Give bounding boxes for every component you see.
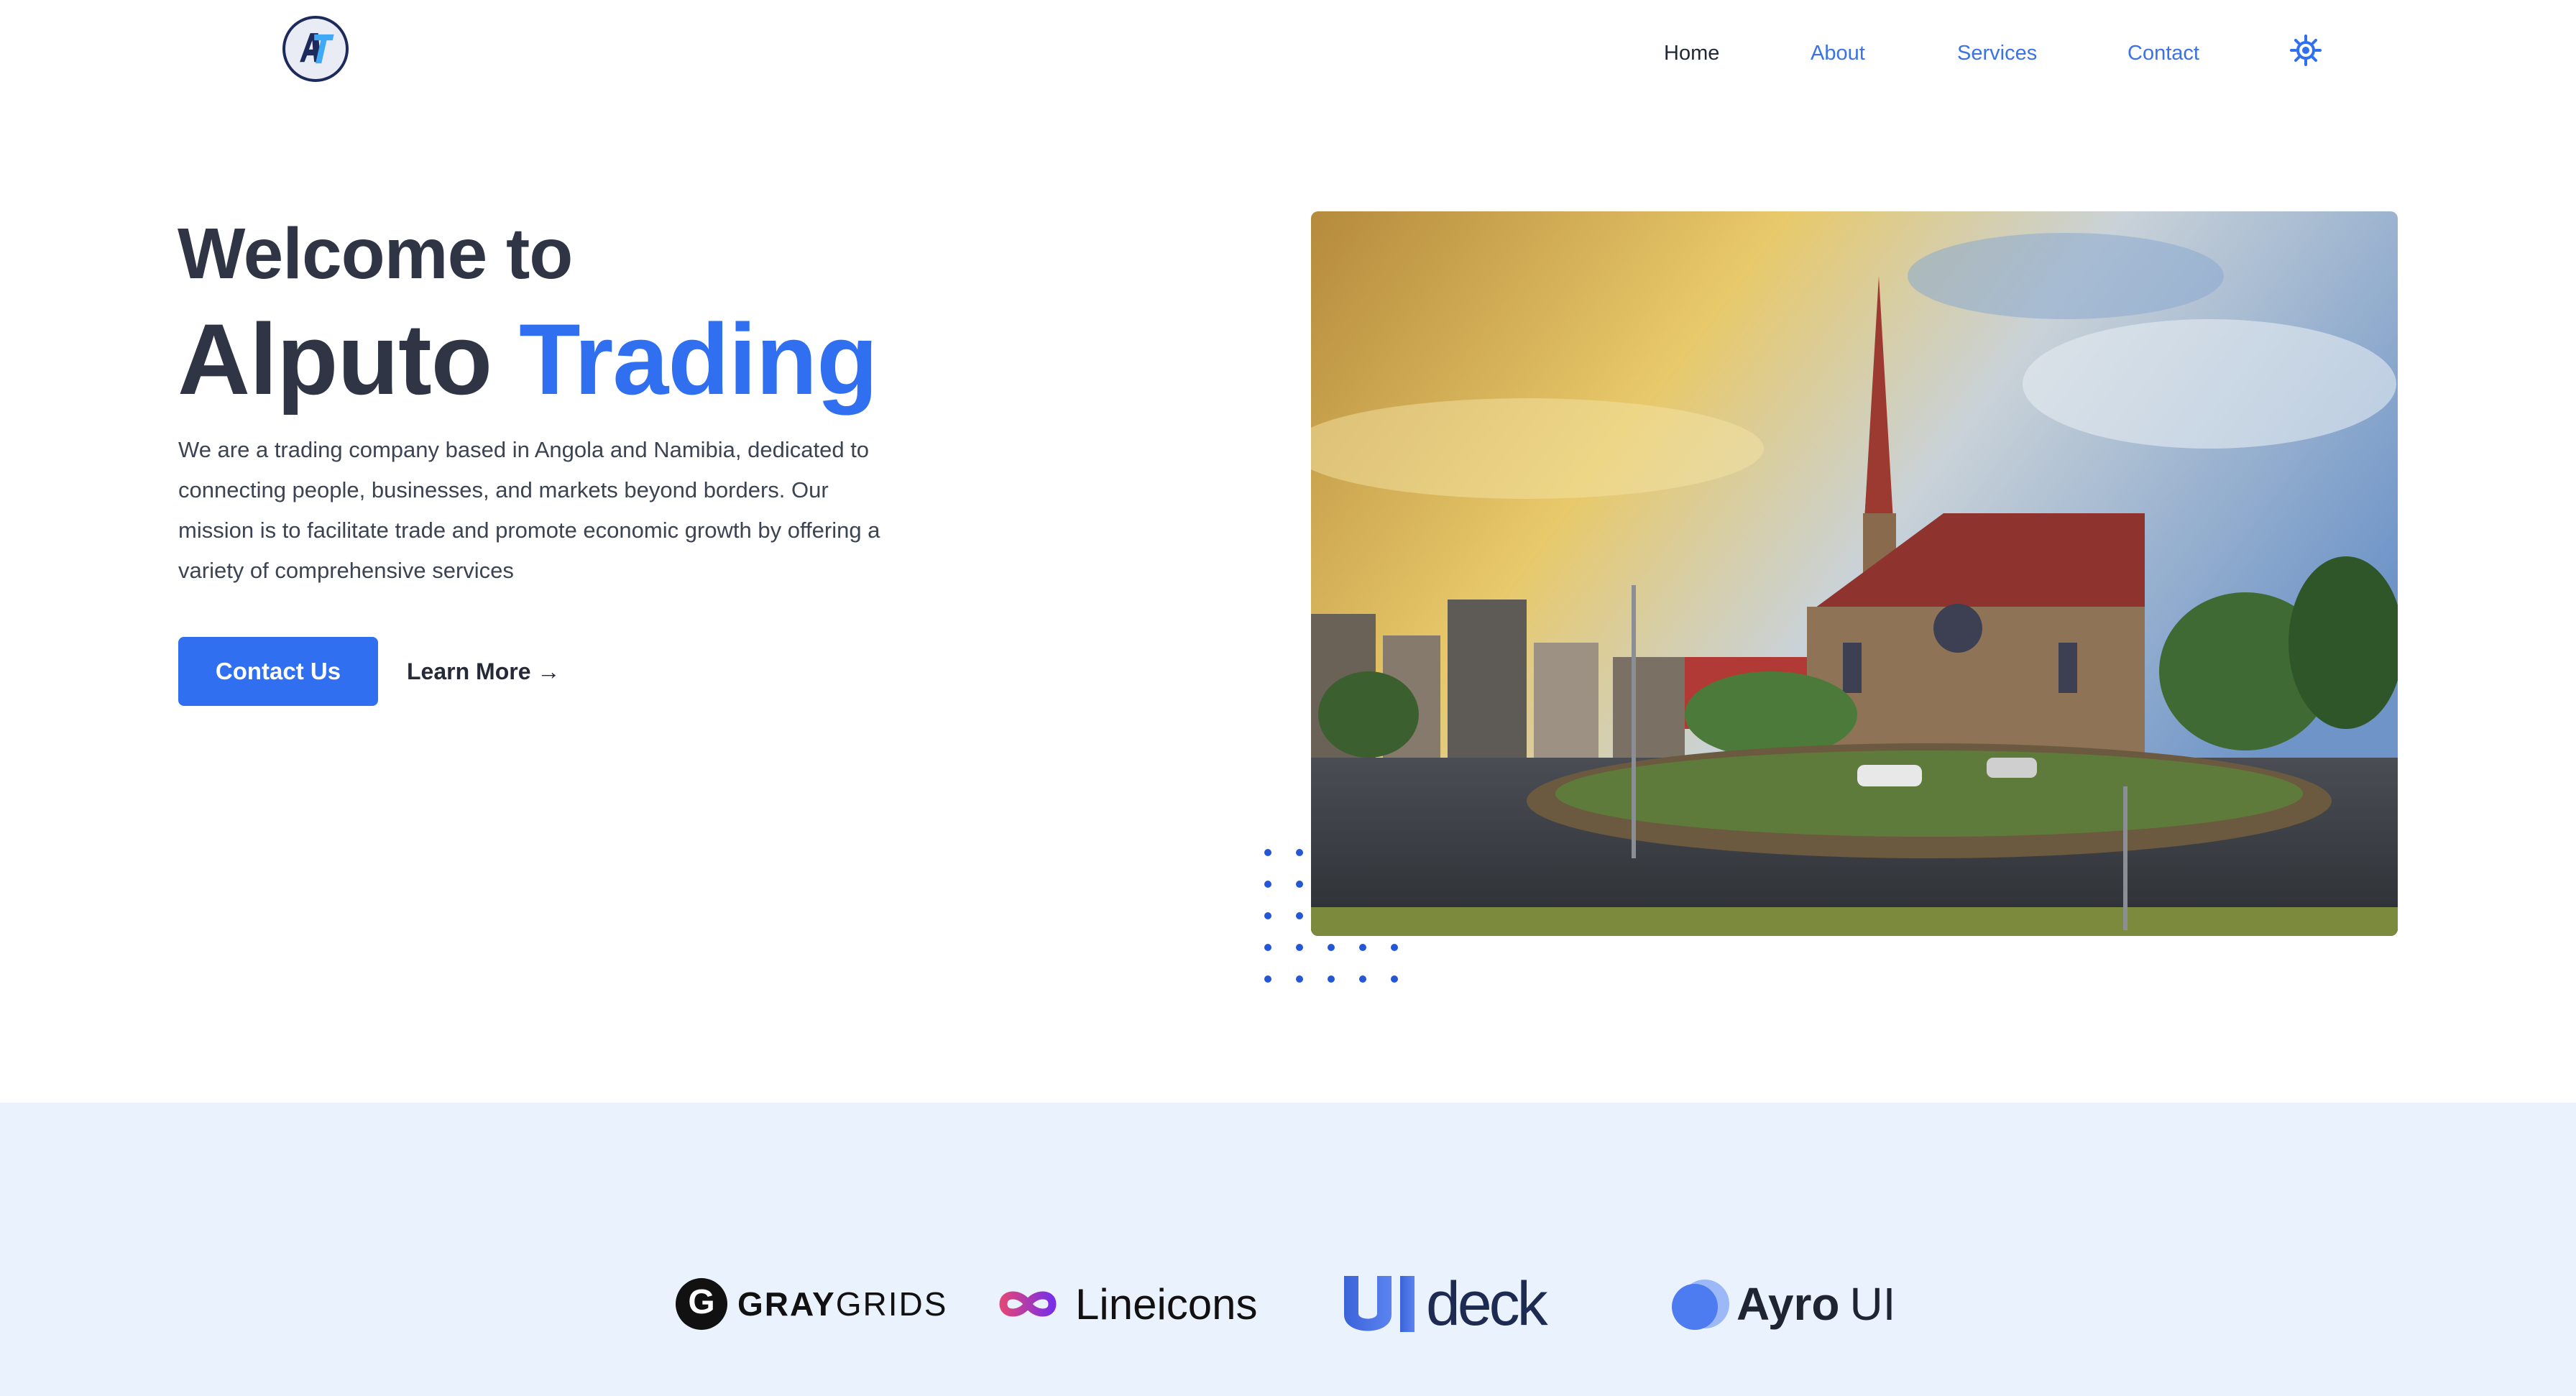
hero-description: We are a trading company based in Angola… xyxy=(178,437,880,583)
ayro-logo-icon xyxy=(1672,1280,1729,1330)
hero-heading-line1: Welcome to xyxy=(178,213,573,294)
graygrids-logo-icon xyxy=(676,1278,727,1330)
logo-mark-icon xyxy=(300,33,334,64)
sun-icon xyxy=(2290,35,2322,66)
learn-more-link[interactable]: Learn More → xyxy=(407,656,560,687)
company-name-accent: Trading xyxy=(519,303,878,415)
hero-heading: Welcome to Alputo Trading xyxy=(178,207,1112,417)
nav-about[interactable]: About xyxy=(1811,39,1865,68)
hero-image xyxy=(1311,211,2398,936)
nav-home[interactable]: Home xyxy=(1664,39,1719,68)
hero-heading-line2: Alputo Trading xyxy=(178,302,1112,417)
company-name: Alputo xyxy=(178,303,492,415)
brand-graygrids[interactable]: GRAYGRIDS xyxy=(676,1268,947,1340)
brands-section xyxy=(0,1103,2576,1396)
uideck-logo-icon xyxy=(1344,1276,1414,1332)
brand-uideck[interactable]: deck xyxy=(1340,1268,1548,1340)
ayro-name-bold: Ayro xyxy=(1736,1278,1840,1330)
graygrids-name-light: GRIDS xyxy=(835,1285,948,1323)
ayro-name-light: UI xyxy=(1849,1278,1896,1330)
nav-services[interactable]: Services xyxy=(1957,39,2037,68)
graygrids-name-bold: GRAY xyxy=(737,1285,836,1323)
brand-ayro-ui[interactable]: Ayro UI xyxy=(1668,1268,1895,1340)
lineicons-name: Lineicons xyxy=(1075,1280,1258,1328)
brand-lineicons[interactable]: Lineicons xyxy=(993,1268,1258,1340)
infinity-icon xyxy=(999,1291,1057,1317)
logo[interactable] xyxy=(282,16,349,82)
contact-us-button[interactable]: Contact Us xyxy=(178,637,378,706)
nav-contact[interactable]: Contact xyxy=(2128,39,2199,68)
uideck-name: deck xyxy=(1426,1269,1548,1338)
theme-toggle-button[interactable] xyxy=(2290,35,2322,66)
church-cityscape-photo xyxy=(1311,211,2398,936)
decorative-dots-pattern xyxy=(1264,849,1398,983)
